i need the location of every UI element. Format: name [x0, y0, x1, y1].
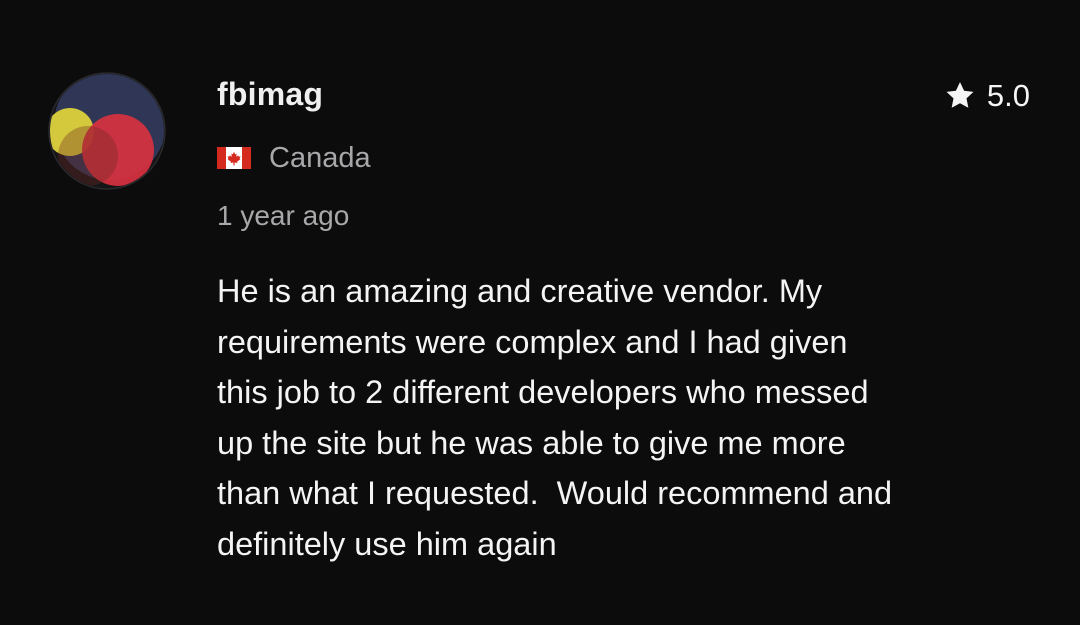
country-label: Canada — [269, 142, 371, 174]
star-icon — [946, 82, 974, 108]
reviewer-username[interactable]: fbimag — [217, 74, 323, 114]
review-body: He is an amazing and creative vendor. My… — [217, 273, 893, 562]
avatar-circles-icon — [48, 72, 166, 190]
review-timestamp: 1 year ago — [217, 200, 350, 231]
reviewer-location: Canada — [217, 138, 371, 178]
canada-flag-icon — [217, 147, 251, 169]
rating: 5.0 — [943, 76, 1030, 116]
avatar[interactable] — [48, 72, 166, 190]
rating-value: 5.0 — [986, 78, 1030, 113]
review-card: fbimag 5.0 Canada 1 year ago He is an am… — [0, 0, 1080, 625]
